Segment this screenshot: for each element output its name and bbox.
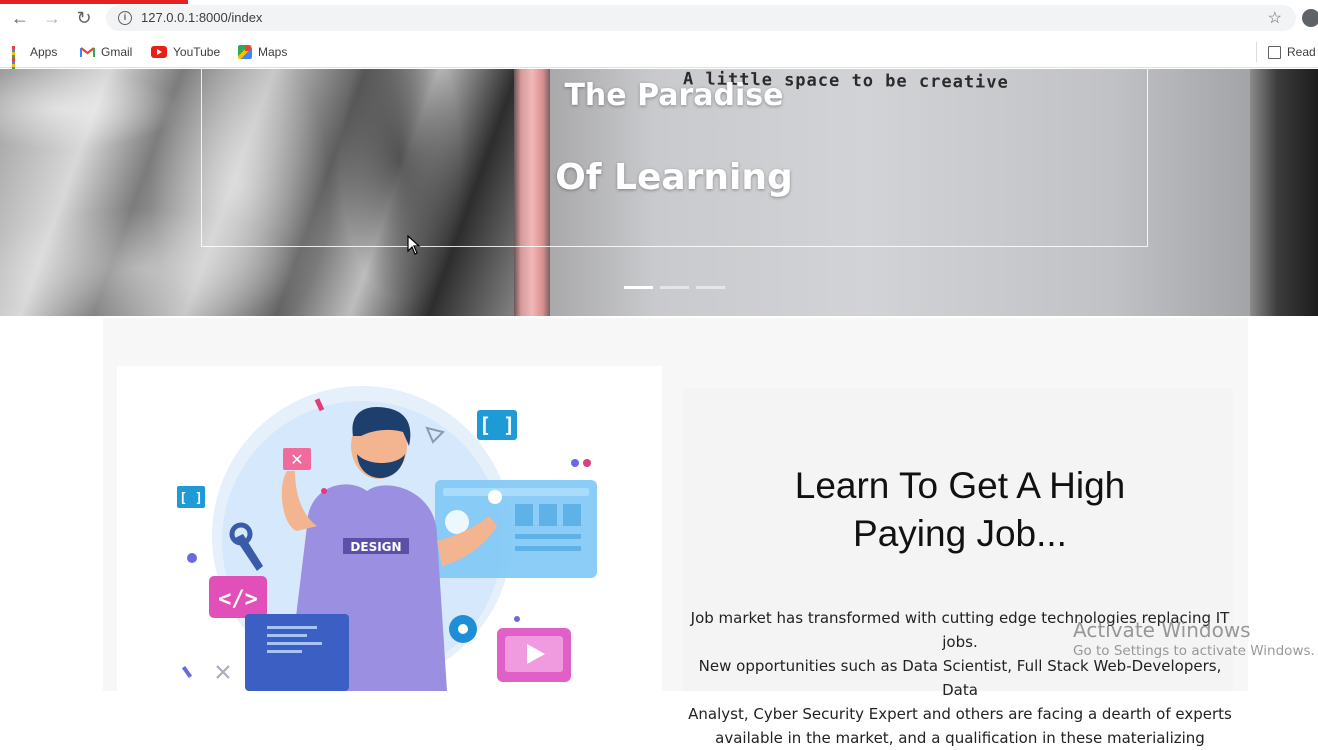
illustration-design-badge: DESIGN (350, 540, 401, 554)
activate-windows-subtitle: Go to Settings to activate Windows. (1073, 643, 1315, 659)
carousel-indicators (624, 286, 725, 289)
profile-avatar-icon[interactable] (1302, 9, 1318, 27)
apps-grid-icon (12, 46, 24, 73)
reload-icon[interactable]: ↻ (73, 8, 95, 28)
reading-list-label: Read (1287, 45, 1316, 59)
hero-title-line2: Of Learning (555, 157, 793, 198)
activate-windows-title: Activate Windows (1073, 618, 1251, 642)
svg-text:</>: </> (218, 587, 258, 612)
feature-headline-line2: Paying Job... (853, 513, 1067, 554)
bookmark-gmail[interactable]: Gmail (80, 43, 132, 61)
hero-title-line1: The Paradise (564, 78, 784, 113)
feature-headline-line1: Learn To Get A High (794, 465, 1126, 506)
feature-paragraph-line: New opportunities such as Data Scientist… (698, 657, 1222, 699)
bookmark-label: Apps (30, 45, 58, 59)
feature-paragraph-line: Analyst, Cyber Security Expert and other… (688, 705, 1232, 723)
youtube-icon (151, 46, 167, 58)
bookmark-star-icon[interactable]: ☆ (1268, 8, 1282, 28)
bookmark-youtube[interactable]: YouTube (151, 43, 220, 61)
bookmark-maps[interactable]: Maps (238, 43, 287, 61)
reading-list-icon (1268, 45, 1281, 59)
maps-icon (238, 45, 252, 59)
reading-list-button[interactable]: Read (1268, 43, 1316, 61)
svg-text:[ ]: [ ] (179, 491, 202, 506)
hero-carousel[interactable]: A little space to be creative The Paradi… (0, 69, 1318, 316)
bookmarks-bar: Apps Gmail YouTube Maps Read (0, 36, 1318, 73)
svg-text:[ ]: [ ] (479, 413, 515, 437)
activate-windows-watermark: Activate Windows Go to Settings to activ… (1073, 618, 1315, 660)
carousel-indicator-2[interactable] (660, 286, 689, 289)
svg-text:✕: ✕ (290, 450, 303, 469)
feature-paragraph-line: available in the market, and a qualifica… (715, 729, 1205, 747)
bookmark-label: YouTube (173, 45, 221, 59)
bookmark-apps[interactable]: Apps (12, 43, 58, 73)
address-bar-url[interactable]: 127.0.0.1:8000/index (141, 10, 262, 25)
address-bar[interactable]: i 127.0.0.1:8000/index ☆ (106, 5, 1296, 31)
carousel-indicator-1[interactable] (624, 286, 653, 289)
page-load-progress-bar (0, 0, 188, 4)
developer-illustration: [ ] [ ] ✕ DESIGN </> (117, 366, 662, 691)
feature-headline: Learn To Get A High Paying Job... (683, 462, 1237, 558)
browser-toolbar: ← → ↻ i 127.0.0.1:8000/index ☆ (0, 0, 1318, 36)
site-info-icon[interactable]: i (118, 11, 132, 25)
bookmark-label: Maps (258, 45, 288, 59)
bookmarks-divider (1256, 42, 1257, 62)
back-arrow-icon[interactable]: ← (9, 8, 31, 28)
bookmark-label: Gmail (101, 45, 133, 59)
forward-arrow-icon[interactable]: → (41, 8, 63, 28)
gmail-icon (80, 46, 95, 58)
carousel-indicator-3[interactable] (696, 286, 725, 289)
